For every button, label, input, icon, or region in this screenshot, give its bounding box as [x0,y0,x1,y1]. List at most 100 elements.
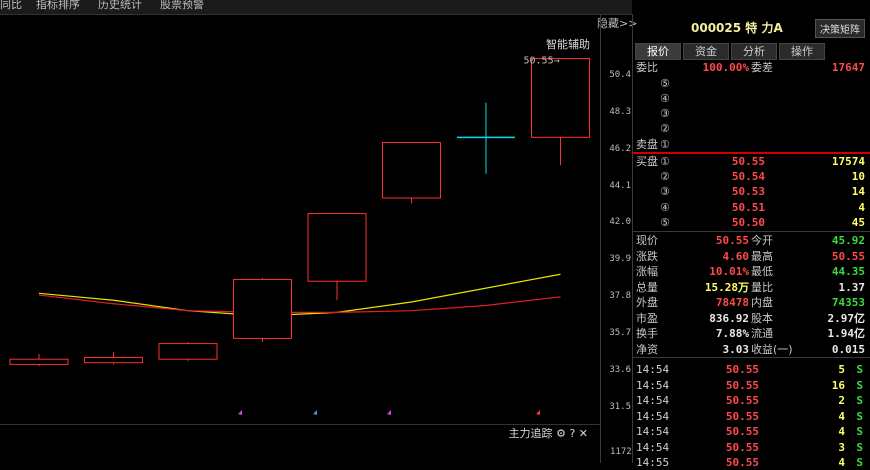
price-tick: 37.8 [609,291,631,301]
sell-level-row: 卖盘 ① [633,137,870,152]
buy-level-index: ⑤ [660,216,670,229]
weibi-label: 委比 [636,61,658,74]
divider [633,357,870,358]
stat-value: 15.28万 [704,280,749,294]
tick-side: S [856,409,863,423]
kline-chart[interactable]: 50.55→ [0,14,600,437]
buy-level-row: 买盘 ① 50.55 17574 [633,154,870,169]
menu-item-indicator-sort[interactable]: 指标排序 [36,0,80,12]
tab-operation[interactable]: 操作 [779,43,825,60]
buy-price: 50.51 [731,201,765,214]
candle-body[interactable] [158,343,218,360]
stat-value: 1.94亿 [827,327,866,340]
sell-level-index: ② [660,122,670,135]
stat-value: 74353 [831,296,865,309]
stat-row: 现价 50.55 今开 45.92 [633,233,870,248]
weibi-row: 委比 100.00% 委差 17647 [633,60,870,75]
stat-value: 3.03 [722,342,750,356]
price-tick: 31.5 [609,402,631,412]
stat-row: 净资 3.03 收益(一) 0.015 [633,342,870,357]
stat-label: 收益(一) [751,342,793,356]
stat-label: 最高 [751,249,773,263]
stat-row: 市盈 836.92 股本 2.97亿 [633,311,870,326]
stat-value: 0.015 [831,342,865,356]
close-icon[interactable]: ✕ [579,427,588,440]
tab-funds[interactable]: 资金 [683,43,729,60]
candle-body[interactable] [382,142,441,199]
stat-label: 最低 [751,265,773,278]
price-tick: 33.6 [609,365,631,375]
tick-side: S [856,394,863,407]
buy-price: 50.55 [731,155,765,168]
tick-time: 14:54 [636,440,670,454]
sell-level-index: ① [660,138,670,151]
smart-assist-button[interactable]: 智能辅助 [546,36,590,52]
buy-level-index: ① [660,155,670,168]
tick-row: 14:54 50.55 2 S [633,393,870,408]
decision-matrix-button[interactable]: 决策矩阵 [815,19,865,38]
stat-value: 45.92 [831,234,865,247]
main-force-track-label[interactable]: 主力追踪 ⚙ ? ✕ [509,425,588,441]
signal-marker [387,410,391,415]
weicha-label: 委差 [751,61,773,74]
stat-row: 涨跌 4.60 最高 50.55 [633,249,870,264]
tick-side: S [856,363,863,376]
price-tick: 46.2 [609,144,631,154]
candle-body[interactable] [307,213,367,282]
tick-row: 14:54 50.55 4 S [633,409,870,424]
tick-row: 14:54 50.55 5 S [633,362,870,377]
tick-price: 50.55 [725,363,759,376]
stat-value: 50.55 [715,234,749,247]
stat-value: 78478 [715,296,749,309]
stat-label: 外盘 [636,296,658,309]
candle-body[interactable] [84,356,143,364]
price-tick: 44.1 [609,181,631,191]
tick-volume: 4 [838,409,845,423]
gear-icon[interactable]: ⚙ [556,427,566,440]
tab-quote[interactable]: 报价 [635,43,681,60]
stat-label: 今开 [751,234,773,247]
ma-line-yellow [38,273,561,317]
candle-body[interactable] [233,278,292,339]
buy-level-index: ④ [660,201,670,214]
quote-tabs: 报价 资金 分析 操作 [635,43,869,60]
buy-price: 50.50 [731,216,765,229]
ma-line-red [38,294,561,313]
stat-label: 涨幅 [636,265,658,278]
tick-volume: 5 [838,363,845,376]
stat-label: 现价 [636,234,658,247]
sell-level-index: ③ [660,107,670,120]
buy-level-index: ② [660,170,670,183]
candle-body[interactable] [531,57,590,138]
signal-marker [238,410,242,415]
sell-level-row: ⑤ [633,76,870,91]
candle-body[interactable] [9,358,69,365]
indicator-bar: 主力追踪 ⚙ ? ✕ [0,424,600,441]
tick-time: 14:54 [636,409,670,423]
buy-volume: 45 [851,216,865,229]
price-tick: 50.4 [609,70,631,80]
tick-row: 14:54 50.55 16 S [633,378,870,393]
price-tick: 39.9 [609,254,631,264]
help-icon[interactable]: ? [569,427,575,440]
tick-price: 50.55 [725,425,759,438]
tick-volume: 16 [831,378,845,392]
divider [633,231,870,232]
tick-price: 50.55 [725,409,759,423]
stat-label: 股本 [751,311,773,325]
menu-item-compare[interactable]: 同比 [0,0,22,12]
quote-panel: 000025 特 力A 决策矩阵 报价 资金 分析 操作 委比 100.00% … [632,14,870,469]
menu-item-history-stats[interactable]: 历史统计 [98,0,142,12]
tick-row: 14:54 50.55 3 S [633,440,870,455]
buy-volume: 10 [851,170,865,183]
tab-analysis[interactable]: 分析 [731,43,777,60]
price-tick: 35.7 [609,328,631,338]
price-axis: 50.4 48.3 46.2 44.1 42.0 39.9 37.8 35.7 … [600,14,633,463]
main-force-track-text: 主力追踪 [508,427,553,440]
price-tick: 42.0 [609,217,631,227]
menu-item-stock-alert[interactable]: 股票预警 [160,0,204,12]
sell-label: 卖盘 [636,138,658,151]
stat-value: 1.37 [838,280,866,294]
stat-value: 50.55 [831,249,865,263]
buy-level-row: ② 50.54 10 [633,169,870,184]
